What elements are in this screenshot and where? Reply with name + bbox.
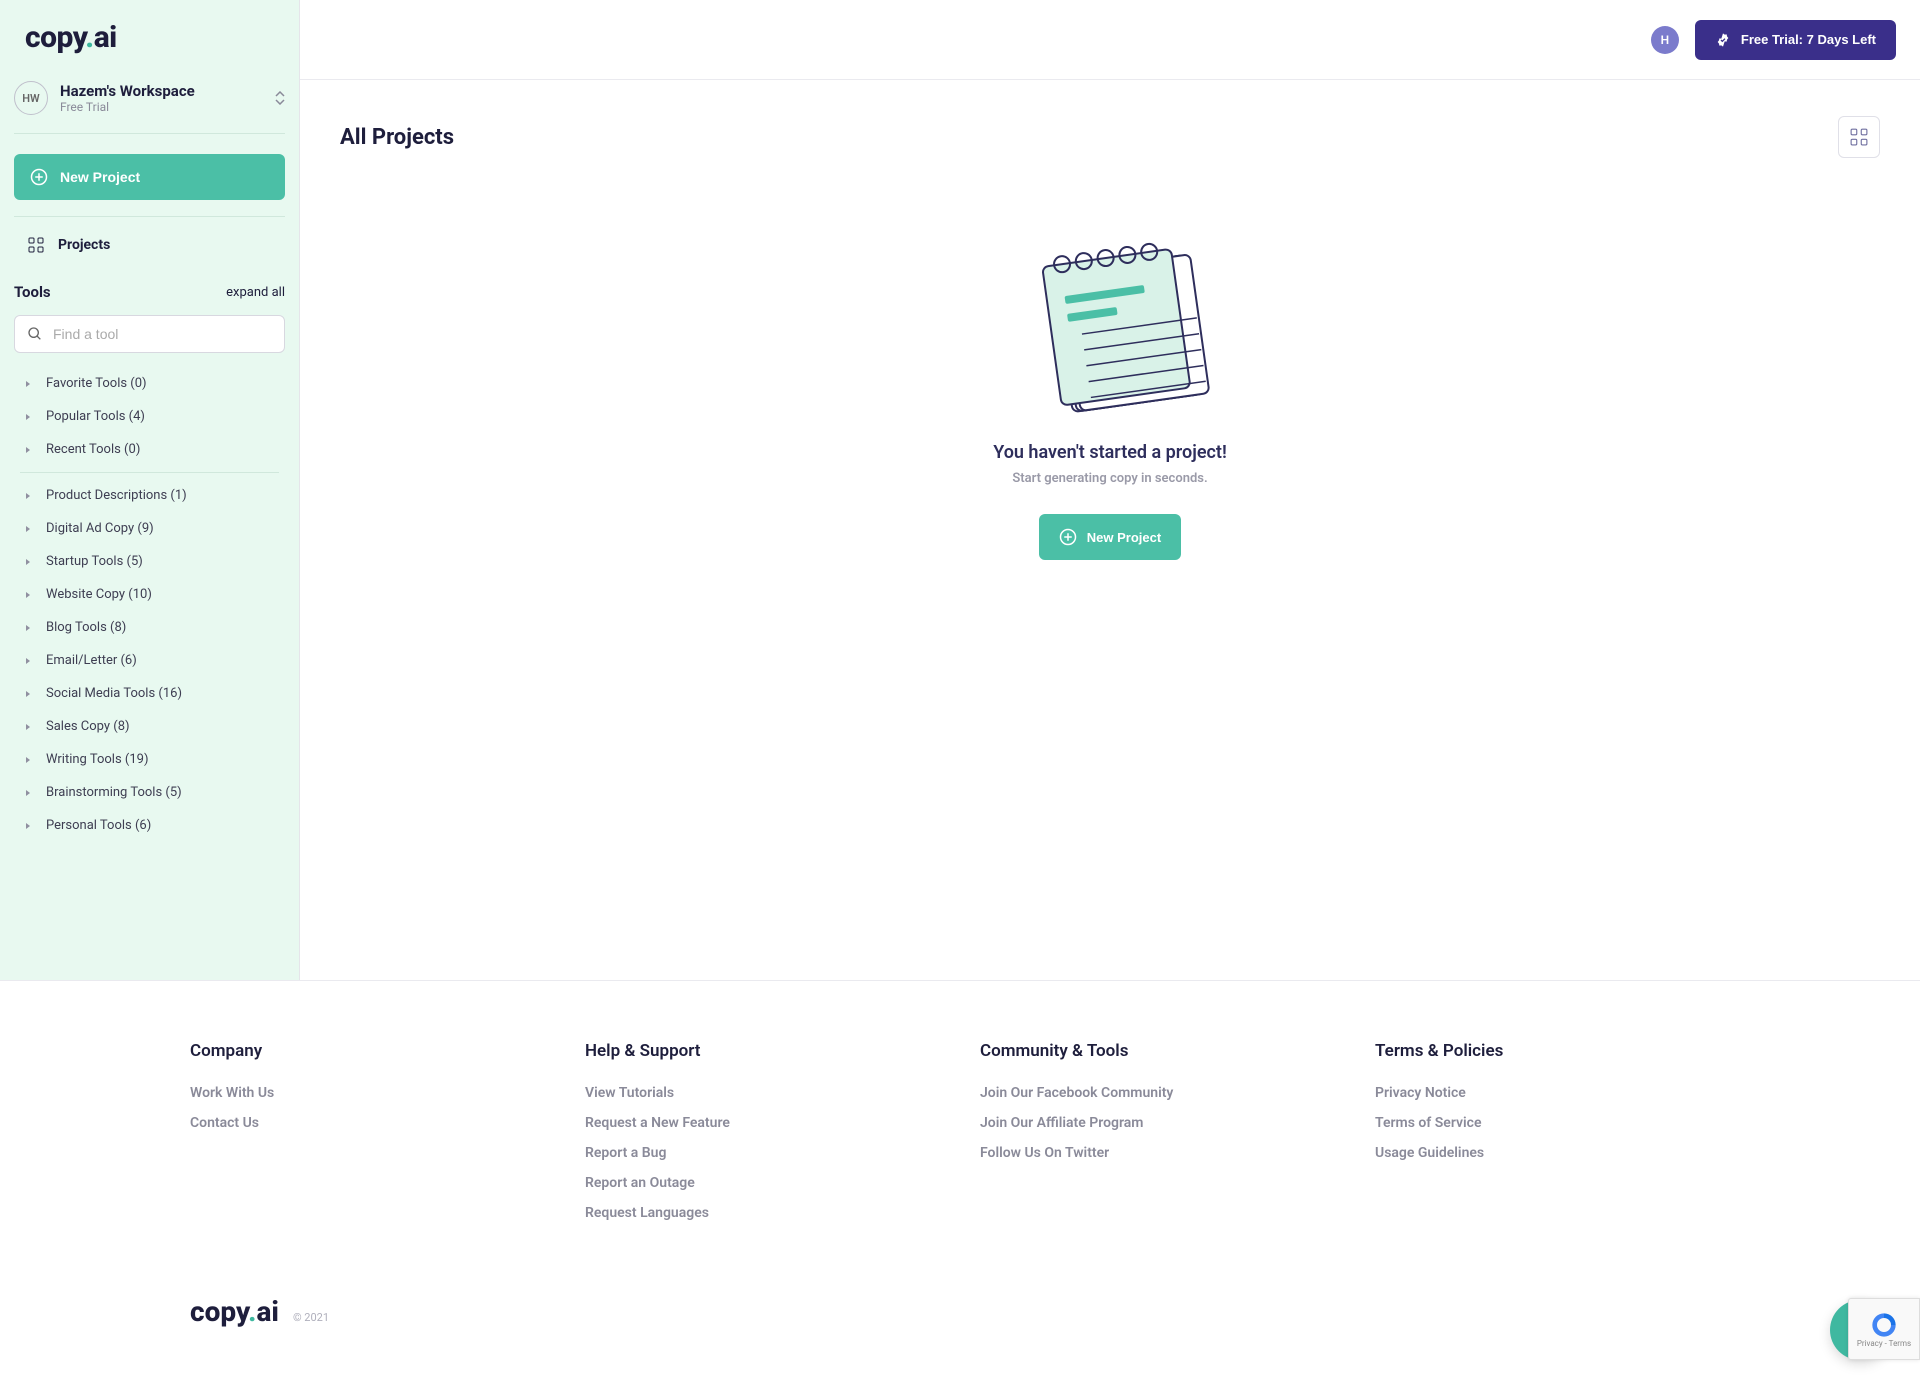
tool-category-label: Personal Tools (6) — [46, 818, 151, 833]
footer-link[interactable]: Follow Us On Twitter — [980, 1145, 1335, 1161]
user-avatar[interactable]: H — [1651, 26, 1679, 54]
tool-category[interactable]: Recent Tools (0) — [0, 433, 299, 466]
chevron-right-icon — [24, 756, 32, 764]
tool-category[interactable]: Product Descriptions (1) — [0, 479, 299, 512]
footer-column: Community & Tools Join Our Facebook Commu… — [980, 1041, 1335, 1235]
topbar: H Free Trial: 7 Days Left — [300, 0, 1920, 80]
tool-category-label: Blog Tools (8) — [46, 620, 126, 635]
footer-link[interactable]: Privacy Notice — [1375, 1085, 1730, 1101]
footer-column: Help & Support View Tutorials Request a Ne… — [585, 1041, 940, 1235]
footer-column: Company Work With Us Contact Us — [190, 1041, 545, 1235]
badge-check-icon — [1715, 32, 1731, 48]
chevron-up-down-icon — [275, 91, 285, 105]
chevron-right-icon — [24, 380, 32, 388]
empty-state: You haven't started a project! Start gen… — [340, 218, 1880, 560]
footer-logo[interactable]: copy.ai — [190, 1295, 279, 1328]
footer-link[interactable]: Work With Us — [190, 1085, 545, 1101]
tool-category-label: Popular Tools (4) — [46, 409, 145, 424]
tool-category-label: Recent Tools (0) — [46, 442, 140, 457]
footer-link[interactable]: Report a Bug — [585, 1145, 940, 1161]
logo[interactable]: copy.ai — [0, 0, 299, 73]
tool-category-label: Sales Copy (8) — [46, 719, 130, 734]
footer-column-title: Help & Support — [585, 1041, 940, 1061]
chevron-right-icon — [24, 657, 32, 665]
footer-column-title: Terms & Policies — [1375, 1041, 1730, 1061]
workspace-switcher[interactable]: HW Hazem's Workspace Free Trial — [0, 73, 299, 127]
footer-column: Terms & Policies Privacy Notice Terms of S… — [1375, 1041, 1730, 1235]
plus-circle-icon — [30, 168, 48, 186]
tool-category-label: Email/Letter (6) — [46, 653, 137, 668]
chevron-right-icon — [24, 624, 32, 632]
chevron-right-icon — [24, 413, 32, 421]
tool-category[interactable]: Email/Letter (6) — [0, 644, 299, 677]
footer-link[interactable]: View Tutorials — [585, 1085, 940, 1101]
empty-title: You haven't started a project! — [993, 442, 1227, 463]
footer-column-title: Company — [190, 1041, 545, 1061]
plus-circle-icon — [1059, 528, 1077, 546]
recaptcha-badge: Privacy - Terms — [1848, 1298, 1920, 1360]
footer-link[interactable]: Terms of Service — [1375, 1115, 1730, 1131]
empty-new-project-button[interactable]: New Project — [1039, 514, 1181, 560]
sidebar-item-projects[interactable]: Projects — [0, 223, 299, 267]
tool-category[interactable]: Sales Copy (8) — [0, 710, 299, 743]
view-toggle-button[interactable] — [1838, 116, 1880, 158]
tool-category-label: Writing Tools (19) — [46, 752, 148, 767]
chevron-right-icon — [24, 723, 32, 731]
tool-category-label: Website Copy (10) — [46, 587, 152, 602]
tool-category-label: Social Media Tools (16) — [46, 686, 182, 701]
notepad-illustration — [1010, 218, 1210, 418]
tool-category[interactable]: Popular Tools (4) — [0, 400, 299, 433]
footer-link[interactable]: Usage Guidelines — [1375, 1145, 1730, 1161]
chevron-right-icon — [24, 690, 32, 698]
tool-category[interactable]: Social Media Tools (16) — [0, 677, 299, 710]
grid-icon — [1850, 128, 1868, 146]
tool-category-label: Digital Ad Copy (9) — [46, 521, 154, 536]
tools-heading: Tools — [14, 283, 51, 301]
search-input[interactable] — [53, 326, 272, 342]
tool-search[interactable] — [14, 315, 285, 353]
footer-link[interactable]: Report an Outage — [585, 1175, 940, 1191]
tool-category-label: Product Descriptions (1) — [46, 488, 187, 503]
empty-subtitle: Start generating copy in seconds. — [1012, 471, 1207, 486]
chevron-right-icon — [24, 558, 32, 566]
tool-category[interactable]: Blog Tools (8) — [0, 611, 299, 644]
tool-category[interactable]: Digital Ad Copy (9) — [0, 512, 299, 545]
sidebar-item-label: Projects — [58, 237, 110, 253]
new-project-button[interactable]: New Project — [14, 154, 285, 200]
trial-button[interactable]: Free Trial: 7 Days Left — [1695, 20, 1896, 60]
copyright: © 2021 — [293, 1311, 329, 1324]
chevron-right-icon — [24, 446, 32, 454]
tool-category[interactable]: Website Copy (10) — [0, 578, 299, 611]
search-icon — [27, 326, 43, 342]
tool-category-label: Startup Tools (5) — [46, 554, 143, 569]
tool-category[interactable]: Brainstorming Tools (5) — [0, 776, 299, 809]
tool-category-list[interactable]: Favorite Tools (0) Popular Tools (4) Recen… — [0, 363, 299, 980]
tool-category[interactable]: Favorite Tools (0) — [0, 367, 299, 400]
tool-category[interactable]: Personal Tools (6) — [0, 809, 299, 842]
footer-link[interactable]: Request Languages — [585, 1205, 940, 1221]
tool-category-label: Brainstorming Tools (5) — [46, 785, 182, 800]
footer-link[interactable]: Join Our Facebook Community — [980, 1085, 1335, 1101]
workspace-avatar: HW — [14, 81, 48, 115]
chevron-right-icon — [24, 525, 32, 533]
footer-column-title: Community & Tools — [980, 1041, 1335, 1061]
chevron-right-icon — [24, 591, 32, 599]
page-title: All Projects — [340, 125, 454, 150]
grid-icon — [28, 237, 44, 253]
footer-link[interactable]: Request a New Feature — [585, 1115, 940, 1131]
tool-category[interactable]: Startup Tools (5) — [0, 545, 299, 578]
expand-all-link[interactable]: expand all — [226, 285, 285, 300]
chevron-right-icon — [24, 492, 32, 500]
main-area: H Free Trial: 7 Days Left All Projects — [300, 0, 1920, 980]
workspace-name: Hazem's Workspace — [60, 82, 263, 100]
footer: Company Work With Us Contact Us Help & Supp… — [0, 980, 1920, 1368]
footer-link[interactable]: Contact Us — [190, 1115, 545, 1131]
chevron-right-icon — [24, 822, 32, 830]
sidebar: copy.ai HW Hazem's Workspace Free Trial … — [0, 0, 300, 980]
chevron-right-icon — [24, 789, 32, 797]
tool-category-label: Favorite Tools (0) — [46, 376, 147, 391]
workspace-plan: Free Trial — [60, 100, 263, 114]
footer-link[interactable]: Join Our Affiliate Program — [980, 1115, 1335, 1131]
tool-category[interactable]: Writing Tools (19) — [0, 743, 299, 776]
